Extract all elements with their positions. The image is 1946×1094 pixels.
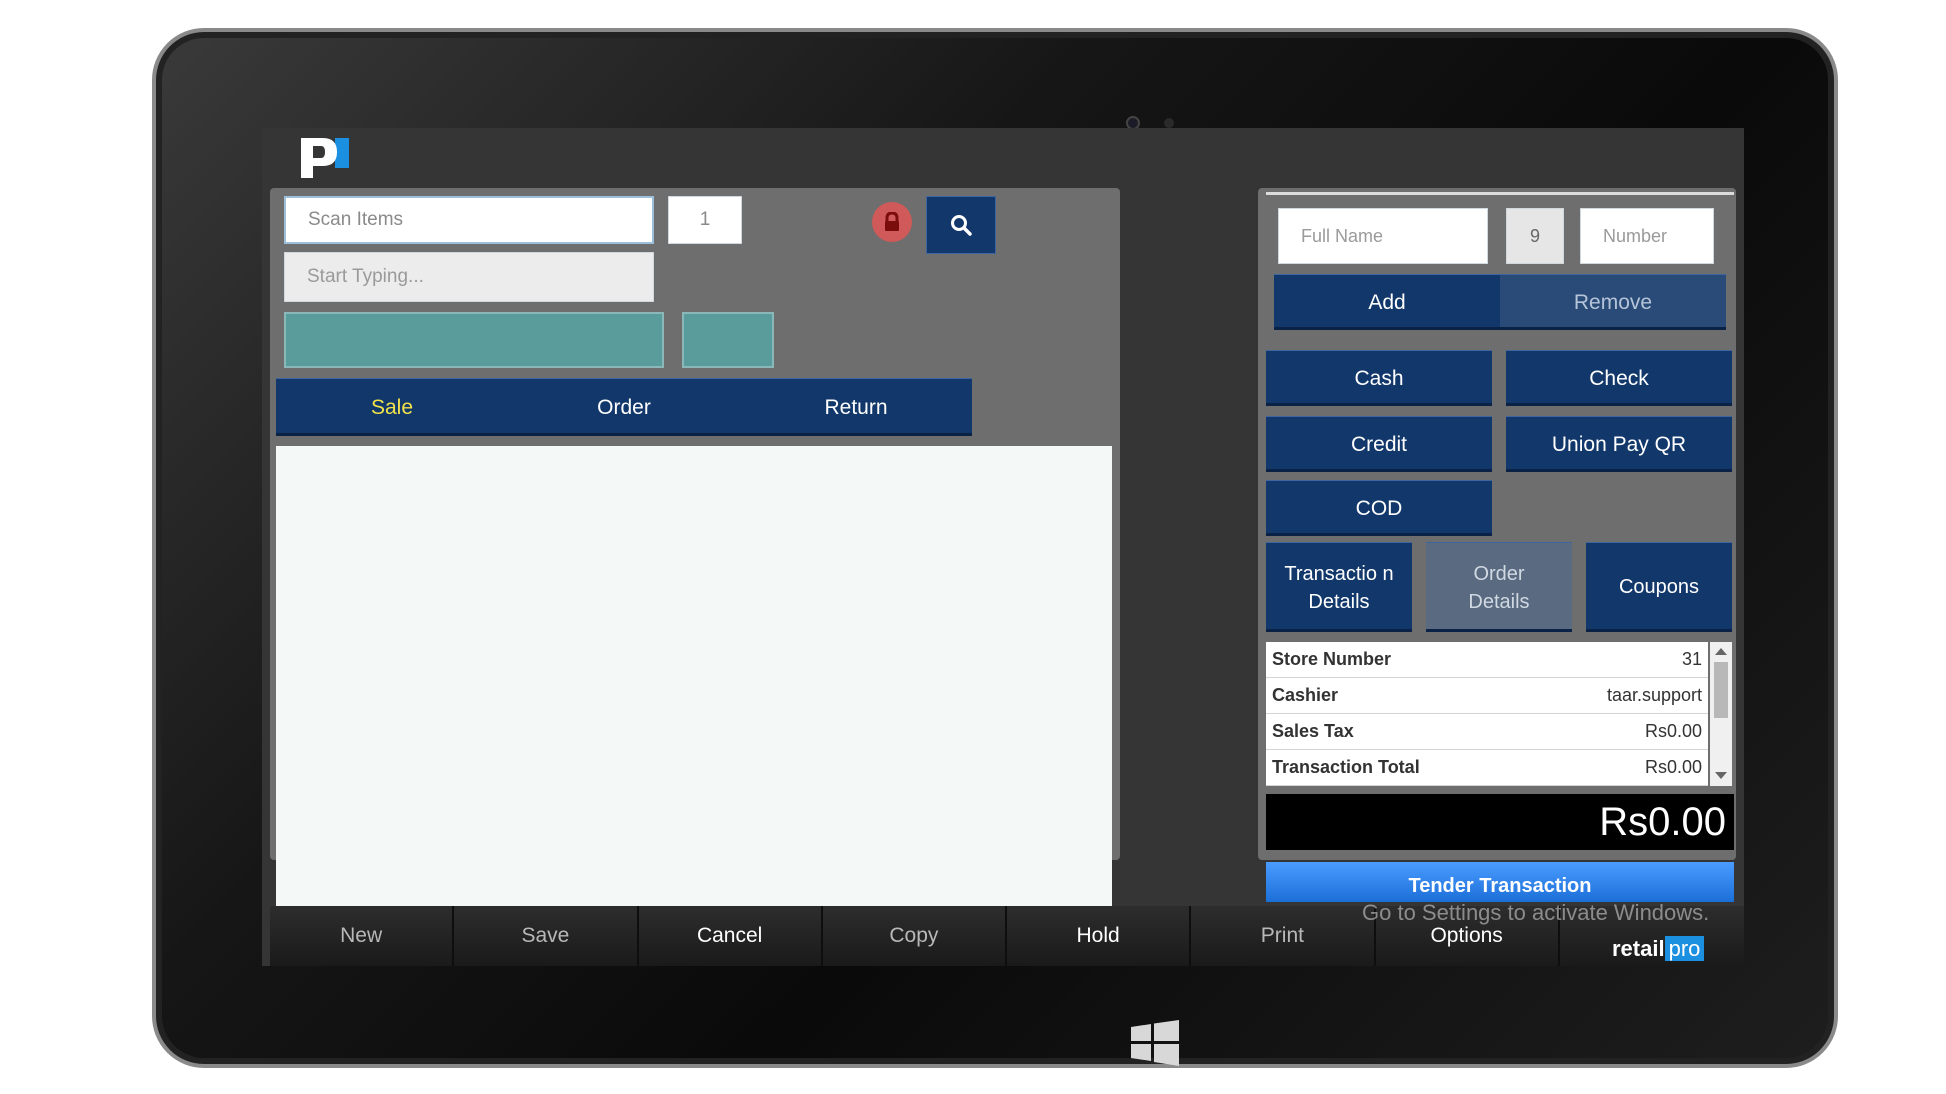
windows-logo-icon — [1131, 1020, 1179, 1066]
scroll-down-icon[interactable] — [1715, 772, 1727, 779]
lock-icon — [885, 212, 899, 231]
coupons-button[interactable]: Coupons — [1586, 542, 1732, 632]
table-row: Store Number 31 — [1266, 642, 1708, 678]
customer-code-field[interactable]: 9 — [1506, 208, 1564, 264]
info-label: Sales Tax — [1272, 721, 1354, 741]
union-pay-qr-button[interactable]: Union Pay QR — [1506, 416, 1732, 472]
search-button[interactable] — [926, 196, 996, 254]
pro-logo-text: pro — [1664, 936, 1705, 961]
full-name-input[interactable]: Full Name — [1278, 208, 1488, 264]
info-label: Store Number — [1272, 649, 1392, 669]
scan-items-input[interactable]: Scan Items — [284, 196, 654, 244]
brand-logo-icon — [301, 138, 349, 178]
check-button[interactable]: Check — [1506, 350, 1732, 406]
transaction-details-button[interactable]: Transactio n Details — [1266, 542, 1412, 632]
copy-button[interactable]: Copy — [822, 906, 1007, 966]
order-details-button[interactable]: Order Details — [1426, 542, 1572, 632]
scroll-thumb[interactable] — [1714, 662, 1728, 718]
add-customer-button[interactable]: Add — [1274, 274, 1500, 330]
info-value: taar.support — [1606, 685, 1702, 705]
search-icon — [951, 215, 972, 236]
cod-button[interactable]: COD — [1266, 480, 1492, 536]
transaction-items-list[interactable] — [276, 446, 1112, 906]
save-button[interactable]: Save — [454, 906, 639, 966]
tab-return[interactable]: Return — [740, 378, 972, 436]
item-qty-display — [682, 312, 774, 368]
activation-watermark: Go to Settings to activate Windows. — [1362, 900, 1710, 925]
info-value: 31 — [1681, 649, 1702, 669]
scroll-up-icon[interactable] — [1715, 648, 1727, 655]
cash-button[interactable]: Cash — [1266, 350, 1492, 406]
info-scrollbar[interactable] — [1710, 642, 1732, 786]
retailpro-logo: retail pro — [1612, 936, 1705, 962]
quantity-input[interactable]: 1 — [668, 196, 742, 244]
tab-sale[interactable]: Sale — [276, 378, 508, 436]
cancel-button[interactable]: Cancel — [638, 906, 823, 966]
info-value: Rs0.00 — [1644, 721, 1702, 741]
hold-button[interactable]: Hold — [1007, 906, 1192, 966]
credit-button[interactable]: Credit — [1266, 416, 1492, 472]
number-input[interactable]: Number — [1580, 208, 1714, 264]
table-row: Transaction Total Rs0.00 — [1266, 750, 1708, 786]
tab-order[interactable]: Order — [508, 378, 740, 436]
tender-transaction-button[interactable]: Tender Transaction — [1266, 862, 1734, 902]
divider — [1266, 192, 1734, 195]
pos-screen: Scan Items 1 Start Typing... Sale Order … — [262, 128, 1744, 966]
start-typing-input[interactable]: Start Typing... — [284, 252, 654, 302]
item-description-display — [284, 312, 664, 368]
print-button[interactable]: Print — [1191, 906, 1376, 966]
lock-button[interactable] — [872, 202, 912, 242]
new-button[interactable]: New — [270, 906, 455, 966]
info-label: Cashier — [1272, 685, 1339, 705]
info-label: Transaction Total — [1272, 757, 1420, 777]
transaction-info-table: Store Number 31 Cashier taar.support Sal… — [1266, 642, 1708, 786]
remove-customer-button[interactable]: Remove — [1500, 274, 1726, 330]
table-row: Sales Tax Rs0.00 — [1266, 714, 1708, 750]
total-amount-display: Rs0.00 — [1266, 794, 1734, 850]
info-value: Rs0.00 — [1644, 757, 1702, 777]
retail-logo-text: retail — [1612, 936, 1665, 961]
table-row: Cashier taar.support — [1266, 678, 1708, 714]
tab-sale-label: Sale — [370, 395, 414, 419]
sensor-icon — [1164, 118, 1174, 128]
